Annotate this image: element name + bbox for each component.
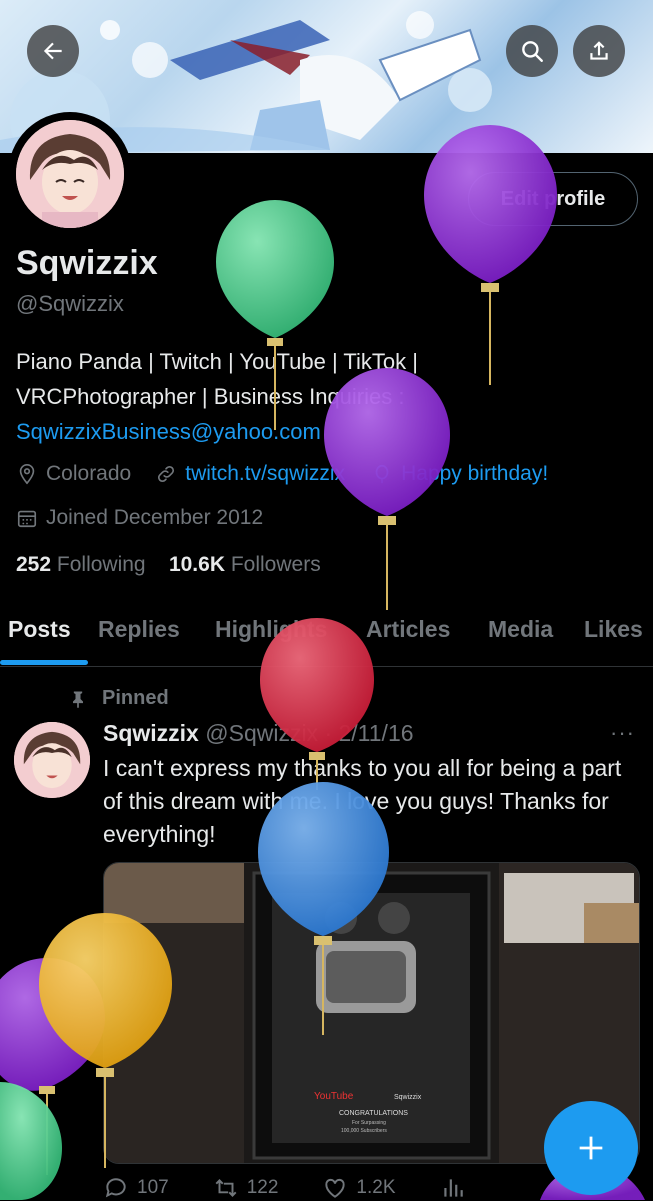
post-author-avatar[interactable] — [14, 722, 90, 798]
media-subs: 100,000 Subscribers — [341, 1128, 387, 1134]
balloon-icon — [371, 463, 393, 485]
post-text: I can't express my thanks to you all for… — [103, 755, 622, 847]
profile-handle: @Sqwizzix — [16, 291, 124, 316]
share-button[interactable] — [573, 25, 625, 77]
analytics-icon — [443, 1179, 463, 1197]
post-author-name[interactable]: Sqwizzix — [103, 720, 199, 746]
follow-stats: 252 Following 10.6K Followers — [16, 553, 321, 577]
calendar-icon — [16, 507, 38, 529]
balloon-purple-3 — [0, 958, 105, 1175]
search-icon — [522, 41, 543, 62]
profile-tabs: Posts Replies Highlights Articles Media … — [0, 610, 653, 667]
profile-joined-row: Joined December 2012 — [16, 506, 263, 530]
media-sub: For Surpassing — [352, 1120, 386, 1126]
compose-post-button[interactable] — [544, 1101, 638, 1195]
tab-articles[interactable]: Articles — [366, 616, 450, 643]
pin-icon — [73, 691, 83, 708]
tab-posts[interactable]: Posts — [8, 616, 71, 643]
tab-replies[interactable]: Replies — [98, 616, 180, 643]
edit-profile-button[interactable]: Edit profile — [468, 172, 638, 226]
profile-birthday: Happy birthday! — [401, 462, 549, 485]
repost-button[interactable]: 122 — [213, 1175, 278, 1201]
tab-media[interactable]: Media — [488, 616, 553, 643]
media-channel: Sqwizzix — [394, 1094, 422, 1101]
media-logo: YouTube — [314, 1091, 354, 1102]
heart-icon — [325, 1178, 346, 1198]
following-link[interactable]: 252 Following — [16, 553, 146, 576]
like-button[interactable]: 1.2K — [322, 1175, 396, 1201]
pinned-label: Pinned — [68, 687, 169, 710]
reply-icon — [105, 1178, 126, 1198]
balloon-green-2 — [0, 1082, 62, 1200]
post-date: · 2/11/16 — [324, 720, 414, 746]
profile-bio: Piano Panda | Twitch | YouTube | TikTok … — [16, 344, 626, 449]
search-button[interactable] — [506, 25, 558, 77]
profile-avatar[interactable] — [8, 112, 132, 236]
profile-website-link[interactable]: twitch.tv/sqwizzix — [185, 462, 345, 486]
back-button[interactable] — [27, 25, 79, 77]
profile-joined: Joined December 2012 — [46, 506, 264, 529]
bio-line-1: Piano Panda | Twitch | YouTube | TikTok … — [16, 349, 418, 374]
followers-link[interactable]: 10.6K Followers — [169, 553, 321, 576]
bio-line-2: VRCPhotographer | Business Inquiries : — [16, 384, 405, 409]
link-icon — [155, 463, 177, 485]
media-congrats: CONGRATULATIONS — [339, 1110, 408, 1117]
post-header: Sqwizzix @Sqwizzix · 2/11/16 — [103, 720, 414, 747]
views-button[interactable] — [440, 1175, 474, 1201]
profile-location: Colorado — [46, 462, 132, 485]
tab-likes[interactable]: Likes — [584, 616, 643, 643]
plus-icon — [579, 1136, 603, 1160]
tab-highlights[interactable]: Highlights — [215, 616, 327, 643]
reply-button[interactable]: 107 — [103, 1175, 169, 1201]
bio-email-link[interactable]: SqwizzixBusiness@yahoo.com — [16, 414, 626, 449]
share-icon — [590, 41, 608, 60]
avatar-illustration — [14, 722, 90, 798]
post-actions: 107 122 1.2K — [103, 1175, 543, 1201]
repost-icon — [215, 1179, 237, 1197]
post-author-handle: @Sqwizzix — [205, 720, 319, 746]
post-more-button[interactable]: ··· — [610, 720, 635, 746]
profile-name: Sqwizzix — [16, 244, 158, 282]
active-tab-indicator — [0, 660, 88, 665]
avatar-illustration — [16, 120, 124, 228]
profile-meta-row: Colorado twitch.tv/sqwizzix Happy birthd… — [16, 462, 548, 486]
arrow-left-icon — [43, 42, 62, 60]
location-icon — [16, 463, 38, 485]
